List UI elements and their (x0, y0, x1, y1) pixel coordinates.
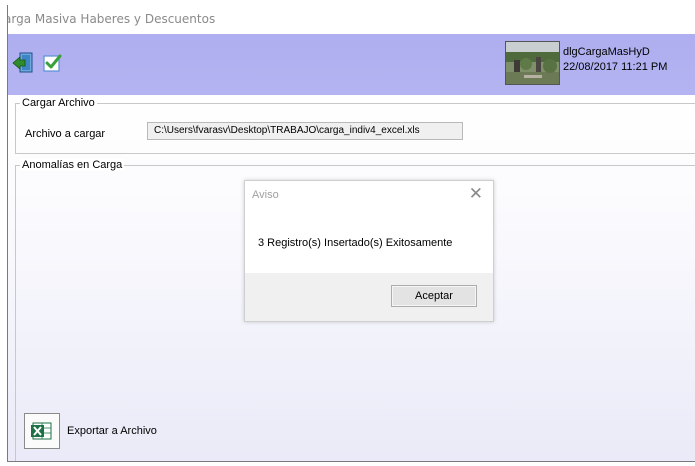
excel-icon (31, 422, 52, 440)
aviso-dialog: Aviso ✕ 3 Registro(s) Insertado(s) Exito… (244, 180, 494, 322)
close-icon[interactable]: ✕ (469, 184, 483, 204)
cargar-archivo-legend: Cargar Archivo (20, 97, 97, 109)
cargar-archivo-group: Cargar Archivo Archivo a cargar C:\Users… (15, 97, 695, 154)
datetime-label: 22/08/2017 11:21 PM (563, 61, 668, 73)
checkmark-icon (43, 54, 62, 72)
aceptar-button[interactable]: Aceptar (391, 285, 477, 307)
title-bar: arga Masiva Haberes y Descuentos (8, 5, 695, 33)
dialog-footer: Aceptar (245, 273, 493, 321)
user-name: dlgCargaMasHyD (563, 46, 650, 58)
exit-door-icon (12, 52, 33, 73)
confirm-button[interactable] (40, 51, 64, 75)
dialog-message: 3 Registro(s) Insertado(s) Exitosamente (258, 237, 453, 249)
export-button[interactable] (24, 413, 60, 449)
window-title: arga Masiva Haberes y Descuentos (7, 12, 216, 26)
user-photo (505, 41, 560, 85)
export-label[interactable]: Exportar a Archivo (67, 425, 157, 437)
exit-button[interactable] (11, 51, 35, 75)
anomalias-legend: Anomalías en Carga (20, 159, 125, 171)
app-window: arga Masiva Haberes y Descuentos dlgCarg… (7, 5, 695, 462)
dialog-title: Aviso (252, 189, 279, 201)
file-label: Archivo a cargar (25, 128, 106, 140)
toolbar: dlgCargaMasHyD 22/08/2017 11:21 PM (8, 34, 695, 95)
file-path-field[interactable]: C:\Users\fvarasv\Desktop\TRABAJO\carga_i… (147, 122, 463, 140)
